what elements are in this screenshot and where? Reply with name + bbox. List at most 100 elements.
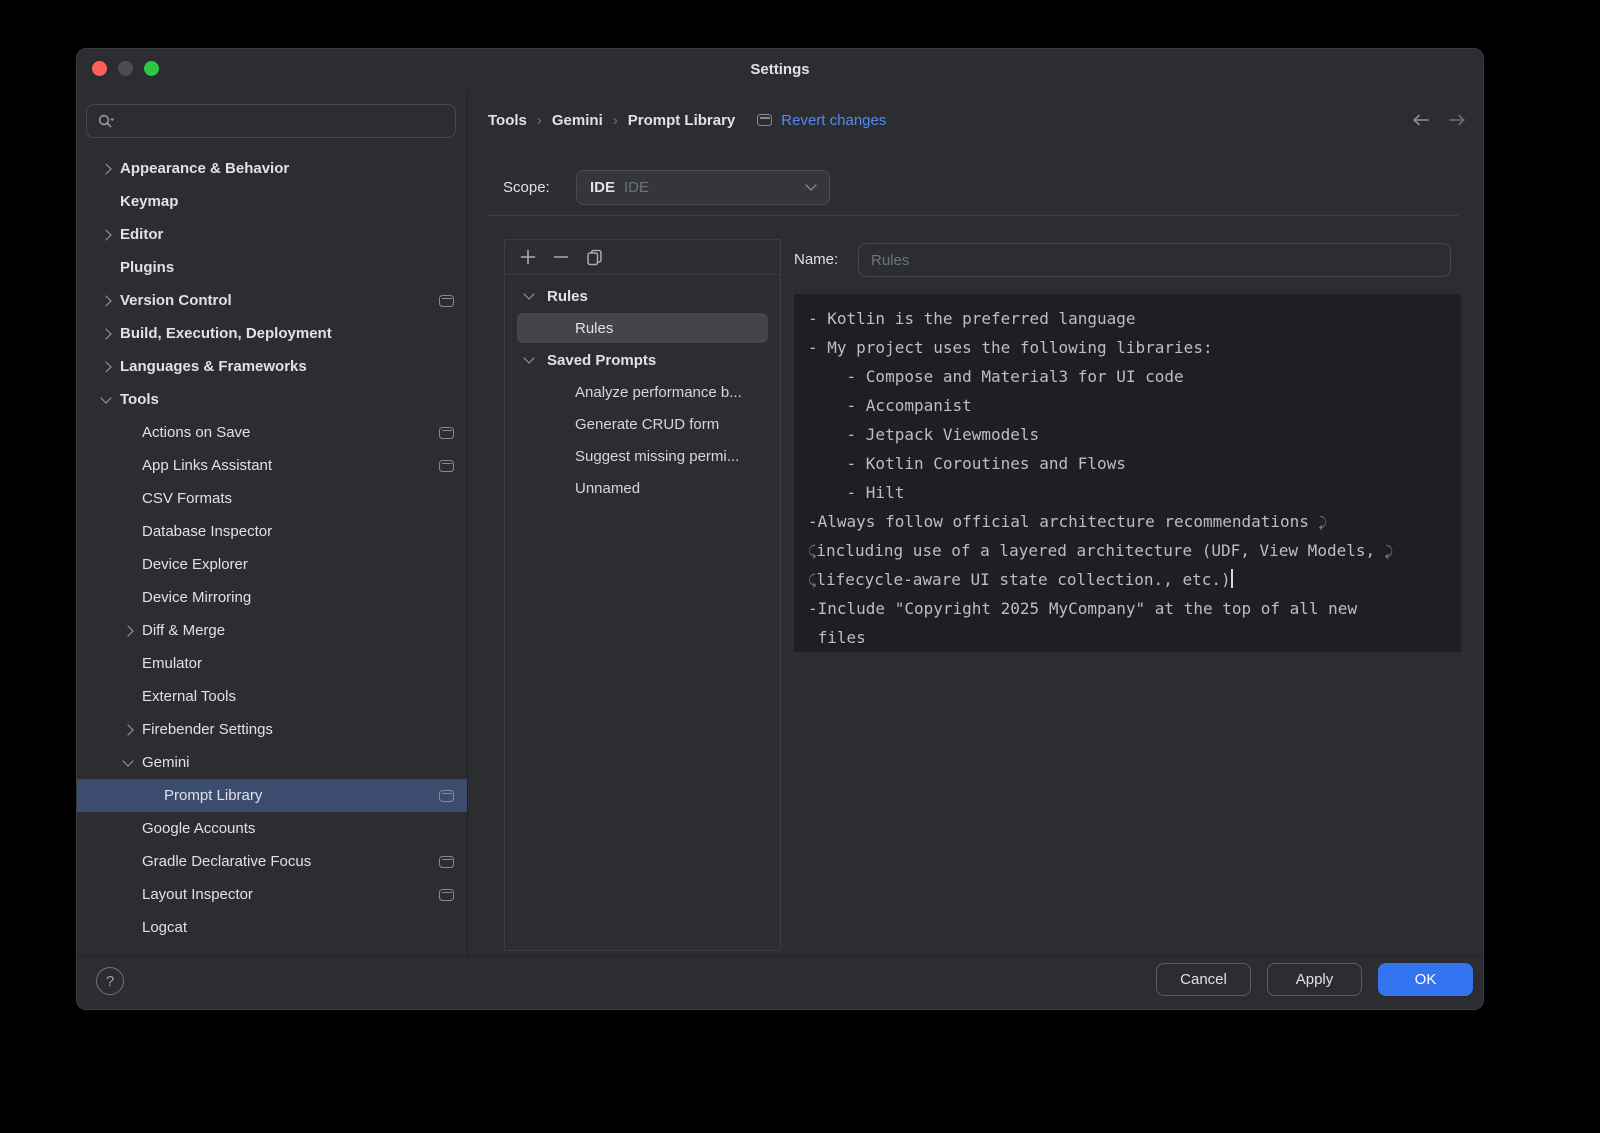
- editor-line-text: - Hilt: [808, 483, 904, 502]
- breadcrumb-gemini[interactable]: Gemini: [552, 112, 603, 129]
- modified-settings-icon: [439, 790, 454, 802]
- prompt-tree-label: Saved Prompts: [547, 352, 656, 369]
- prompt-tree-label: Generate CRUD form: [575, 416, 719, 433]
- editor-line: - Jetpack Viewmodels: [808, 420, 1461, 449]
- sidebar-item-label: Logcat: [142, 919, 454, 936]
- modified-settings-icon: [439, 427, 454, 439]
- breadcrumb-tools[interactable]: Tools: [488, 112, 527, 129]
- sidebar-item-build-execution-deployment[interactable]: Build, Execution, Deployment: [77, 317, 467, 350]
- breadcrumb-separator: ›: [613, 112, 618, 129]
- sidebar-item-layout-inspector[interactable]: Layout Inspector: [77, 878, 467, 911]
- sidebar-item-keymap[interactable]: Keymap: [77, 185, 467, 218]
- search-input[interactable]: [120, 112, 445, 131]
- sidebar-item-actions-on-save[interactable]: Actions on Save: [77, 416, 467, 449]
- sidebar-item-gemini[interactable]: Gemini: [77, 746, 467, 779]
- prompt-tree-label: Rules: [575, 320, 613, 337]
- sidebar-item-device-explorer[interactable]: Device Explorer: [77, 548, 467, 581]
- prompt-tree-label: Rules: [547, 288, 588, 305]
- editor-line-text: files: [808, 628, 866, 647]
- prompt-group-saved-prompts[interactable]: Saved Prompts: [505, 344, 780, 376]
- sidebar-item-google-accounts[interactable]: Google Accounts: [77, 812, 467, 845]
- sidebar-item-device-mirroring[interactable]: Device Mirroring: [77, 581, 467, 614]
- prompt-tree: Rules Rules Saved Prompts Analyze performan…: [505, 275, 780, 504]
- sidebar-item-logcat[interactable]: Logcat: [77, 911, 467, 944]
- chevron-right-icon[interactable]: [102, 231, 120, 239]
- prompt-item-unnamed[interactable]: Unnamed: [505, 472, 780, 504]
- header-separator: [488, 215, 1459, 216]
- chevron-right-icon[interactable]: [124, 726, 142, 734]
- chevron-down-icon[interactable]: [124, 761, 142, 765]
- sidebar-item-label: Gradle Declarative Focus: [142, 853, 439, 870]
- editor-line-text: -Include "Copyright 2025 MyCompany" at t…: [808, 599, 1357, 618]
- question-mark-icon: ?: [106, 973, 114, 990]
- cancel-button[interactable]: Cancel: [1156, 963, 1251, 996]
- forward-arrow-icon[interactable]: [1447, 113, 1467, 127]
- titlebar[interactable]: Settings: [77, 49, 1483, 89]
- prompt-editor[interactable]: - Kotlin is the preferred language- My p…: [794, 294, 1461, 652]
- window-title: Settings: [77, 49, 1483, 89]
- scope-dropdown[interactable]: IDE IDE: [576, 170, 830, 205]
- sidebar-item-editor[interactable]: Editor: [77, 218, 467, 251]
- prompt-item-generate-crud-form[interactable]: Generate CRUD form: [505, 408, 780, 440]
- prompt-item-suggest-missing-permi[interactable]: Suggest missing permi...: [505, 440, 780, 472]
- dialog-footer: ? Cancel Apply OK: [77, 956, 1483, 1009]
- prompt-name-input[interactable]: [858, 243, 1451, 277]
- sidebar-item-database-inspector[interactable]: Database Inspector: [77, 515, 467, 548]
- sidebar-item-label: Appearance & Behavior: [120, 160, 454, 177]
- sidebar-item-label: Firebender Settings: [142, 721, 454, 738]
- modified-settings-icon: [439, 856, 454, 868]
- sidebar-item-prompt-library[interactable]: Prompt Library: [77, 779, 467, 812]
- sidebar-item-label: Prompt Library: [164, 787, 439, 804]
- plus-icon: [520, 249, 536, 265]
- sidebar-item-csv-formats[interactable]: CSV Formats: [77, 482, 467, 515]
- editor-line: ⤹including use of a layered architecture…: [808, 536, 1461, 565]
- sidebar-item-version-control[interactable]: Version Control: [77, 284, 467, 317]
- revert-changes-link[interactable]: Revert changes: [781, 112, 886, 129]
- sidebar-item-gradle-declarative-focus[interactable]: Gradle Declarative Focus: [77, 845, 467, 878]
- sidebar-item-firebender-settings[interactable]: Firebender Settings: [77, 713, 467, 746]
- chevron-down-icon[interactable]: [525, 358, 547, 362]
- sidebar-item-label: Layout Inspector: [142, 886, 439, 903]
- modified-settings-icon: [439, 889, 454, 901]
- sidebar-item-label: Diff & Merge: [142, 622, 454, 639]
- back-arrow-icon[interactable]: [1411, 113, 1431, 127]
- chevron-down-icon[interactable]: [525, 294, 547, 298]
- sidebar-item-tools[interactable]: Tools: [77, 383, 467, 416]
- prompt-group-rules[interactable]: Rules: [505, 280, 780, 312]
- sidebar-item-diff-merge[interactable]: Diff & Merge: [77, 614, 467, 647]
- help-button[interactable]: ?: [96, 967, 124, 995]
- sidebar-item-plugins[interactable]: Plugins: [77, 251, 467, 284]
- sidebar-item-label: Google Accounts: [142, 820, 454, 837]
- apply-button[interactable]: Apply: [1267, 963, 1362, 996]
- sidebar-item-external-tools[interactable]: External Tools: [77, 680, 467, 713]
- settings-search-field[interactable]: [86, 104, 456, 138]
- main-content: Tools›Gemini›Prompt Library Revert chang…: [469, 89, 1483, 957]
- editor-line: -Include "Copyright 2025 MyCompany" at t…: [808, 594, 1461, 623]
- sidebar-item-emulator[interactable]: Emulator: [77, 647, 467, 680]
- chevron-right-icon[interactable]: [102, 330, 120, 338]
- prompt-item-rules[interactable]: Rules: [517, 313, 768, 343]
- sidebar-item-label: Keymap: [120, 193, 454, 210]
- sidebar-item-label: Emulator: [142, 655, 454, 672]
- modified-settings-icon: [439, 460, 454, 472]
- editor-line-text: -Always follow official architecture rec…: [808, 512, 1319, 531]
- ok-button[interactable]: OK: [1378, 963, 1473, 996]
- sidebar-item-app-links-assistant[interactable]: App Links Assistant: [77, 449, 467, 482]
- add-prompt-button[interactable]: [518, 247, 538, 267]
- chevron-right-icon[interactable]: [102, 297, 120, 305]
- sidebar-item-languages-frameworks[interactable]: Languages & Frameworks: [77, 350, 467, 383]
- prompt-tree-label: Suggest missing permi...: [575, 448, 739, 465]
- copy-prompt-button[interactable]: [584, 247, 604, 267]
- prompt-item-analyze-performance-b[interactable]: Analyze performance b...: [505, 376, 780, 408]
- chevron-down-icon[interactable]: [102, 398, 120, 402]
- breadcrumb-prompt-library[interactable]: Prompt Library: [628, 112, 736, 129]
- remove-prompt-button[interactable]: [551, 247, 571, 267]
- chevron-right-icon[interactable]: [102, 363, 120, 371]
- editor-line: - Hilt: [808, 478, 1461, 507]
- revert-changes[interactable]: Revert changes: [757, 112, 886, 129]
- chevron-right-icon[interactable]: [124, 627, 142, 635]
- sidebar-item-appearance-behavior[interactable]: Appearance & Behavior: [77, 152, 467, 185]
- footer-buttons: Cancel Apply OK: [1156, 963, 1473, 996]
- editor-line: ⤹lifecycle-aware UI state collection., e…: [808, 565, 1461, 594]
- chevron-right-icon[interactable]: [102, 165, 120, 173]
